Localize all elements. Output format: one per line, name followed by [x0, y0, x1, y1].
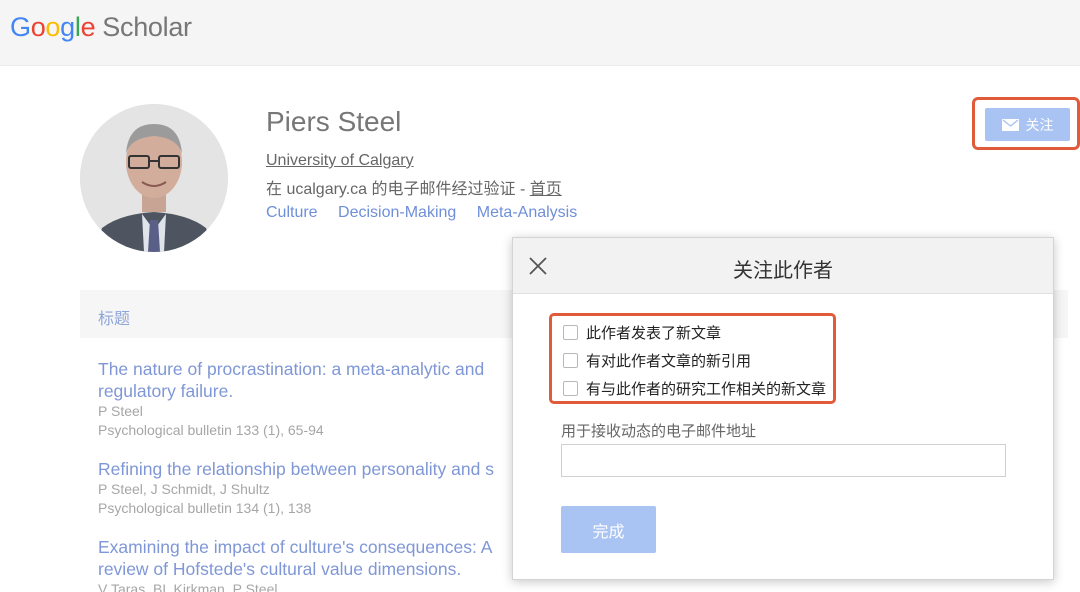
- google-scholar-logo[interactable]: Google Scholar: [10, 12, 192, 43]
- interest-link-decision-making[interactable]: Decision-Making: [338, 204, 456, 221]
- option-new-citations[interactable]: 有对此作者文章的新引用: [563, 350, 751, 371]
- interest-link-meta-analysis[interactable]: Meta-Analysis: [477, 204, 577, 221]
- checkbox[interactable]: [563, 353, 578, 368]
- avatar-photo: [80, 104, 228, 252]
- option-related-articles[interactable]: 有与此作者的研究工作相关的新文章: [563, 378, 826, 399]
- checkbox[interactable]: [563, 325, 578, 340]
- option-label: 此作者发表了新文章: [586, 325, 722, 342]
- dialog-header: 关注此作者: [513, 238, 1053, 294]
- article-authors: V Taras, BL Kirkman, P Steel: [98, 581, 278, 592]
- email-field-label: 用于接收动态的电子邮件地址: [561, 423, 757, 440]
- interest-link-culture[interactable]: Culture: [266, 204, 318, 221]
- verified-email-line: 在 ucalgary.ca 的电子邮件经过验证 - 首页: [266, 175, 562, 199]
- checkbox[interactable]: [563, 381, 578, 396]
- author-name: Piers Steel: [266, 106, 402, 137]
- profile-avatar: [80, 104, 228, 252]
- verified-email-text: 在 ucalgary.ca 的电子邮件经过验证 -: [266, 181, 530, 198]
- research-interests: Culture Decision-Making Meta-Analysis: [266, 204, 593, 222]
- dialog-title: 关注此作者: [733, 260, 833, 282]
- email-field[interactable]: [561, 444, 1006, 477]
- homepage-link[interactable]: 首页: [530, 181, 562, 198]
- follow-author-dialog: 关注此作者 此作者发表了新文章 有对此作者文章的新引用 有与此作者的研究工作相关…: [512, 237, 1054, 580]
- affiliation-link[interactable]: University of Calgary: [266, 152, 414, 170]
- option-label: 有对此作者文章的新引用: [586, 353, 752, 370]
- top-header: Google Scholar: [0, 0, 1080, 66]
- option-label: 有与此作者的研究工作相关的新文章: [586, 381, 827, 398]
- done-button[interactable]: 完成: [561, 506, 656, 553]
- column-header-title[interactable]: 标题: [98, 305, 130, 329]
- follow-button-label: 关注: [1025, 116, 1054, 133]
- mail-icon: [1001, 118, 1019, 131]
- option-new-articles[interactable]: 此作者发表了新文章: [563, 322, 721, 343]
- follow-button[interactable]: 关注: [985, 108, 1070, 141]
